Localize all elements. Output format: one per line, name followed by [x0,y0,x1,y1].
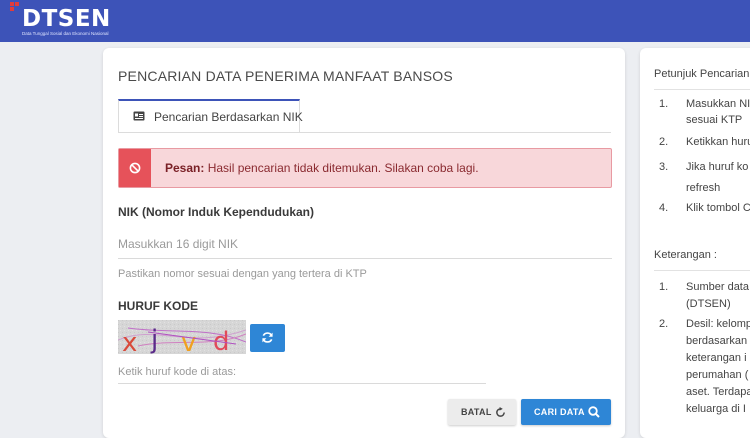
tab-label: Pencarian Berdasarkan NIK [154,110,303,124]
nik-input[interactable] [118,232,612,256]
search-button[interactable]: CARI DATA [521,399,611,425]
kode-label: HURUF KODE [118,299,198,313]
petunjuk-title: Petunjuk Pencarian [654,68,750,80]
nik-label: NIK (Nomor Induk Kependudukan) [118,205,314,219]
captcha-char-4: d [213,327,230,354]
dtsen-logo[interactable]: DTSEN Data Tunggal Sosial dan Ekonomi Na… [10,2,110,40]
cancel-button-label: BATAL [461,407,492,417]
captcha-char-1: x [122,328,137,354]
reset-icon [496,407,505,417]
ban-icon [129,162,141,174]
refresh-captcha-button[interactable] [250,324,285,352]
keterangan-divider [654,270,750,271]
cancel-button[interactable]: BATAL [448,399,516,425]
alert-icon-box [119,149,151,187]
captcha-char-3: v [181,328,196,354]
logo-mark-icon [10,2,19,11]
nik-help-text: Pastikan nomor sesuai dengan yang terter… [118,268,367,280]
keterangan-title: Keterangan : [654,249,717,261]
refresh-icon [262,332,273,343]
petunjuk-divider [654,89,750,90]
page-title: PENCARIAN DATA PENERIMA MANFAAT BANSOS [118,68,453,84]
alert-prefix: Pesan: [165,161,205,175]
tab-search-by-nik[interactable]: Pencarian Berdasarkan NIK [118,99,303,132]
logo-subtitle: Data Tunggal Sosial dan Ekonomi Nasional [22,31,109,36]
logo-text: DTSEN [22,6,111,32]
captcha-image: x j v d [118,320,246,354]
alert-text: Hasil pencarian tidak ditemukan. Silakan… [207,161,479,175]
nik-input-underline [118,258,612,259]
id-card-icon [133,111,145,121]
captcha-input[interactable] [118,361,486,383]
captcha-input-underline [118,383,486,384]
error-alert: Pesan: Hasil pencarian tidak ditemukan. … [118,148,612,188]
search-card: PENCARIAN DATA PENERIMA MANFAAT BANSOS P… [103,48,625,438]
search-icon [588,406,600,418]
captcha-char-2: j [150,325,158,354]
alert-message: Pesan: Hasil pencarian tidak ditemukan. … [165,161,479,175]
search-button-label: CARI DATA [534,407,585,417]
tab-divider [118,132,611,133]
top-navbar: DTSEN Data Tunggal Sosial dan Ekonomi Na… [0,0,750,42]
instructions-card: Petunjuk Pencarian 1. Masukkan NI sesuai… [640,48,750,438]
